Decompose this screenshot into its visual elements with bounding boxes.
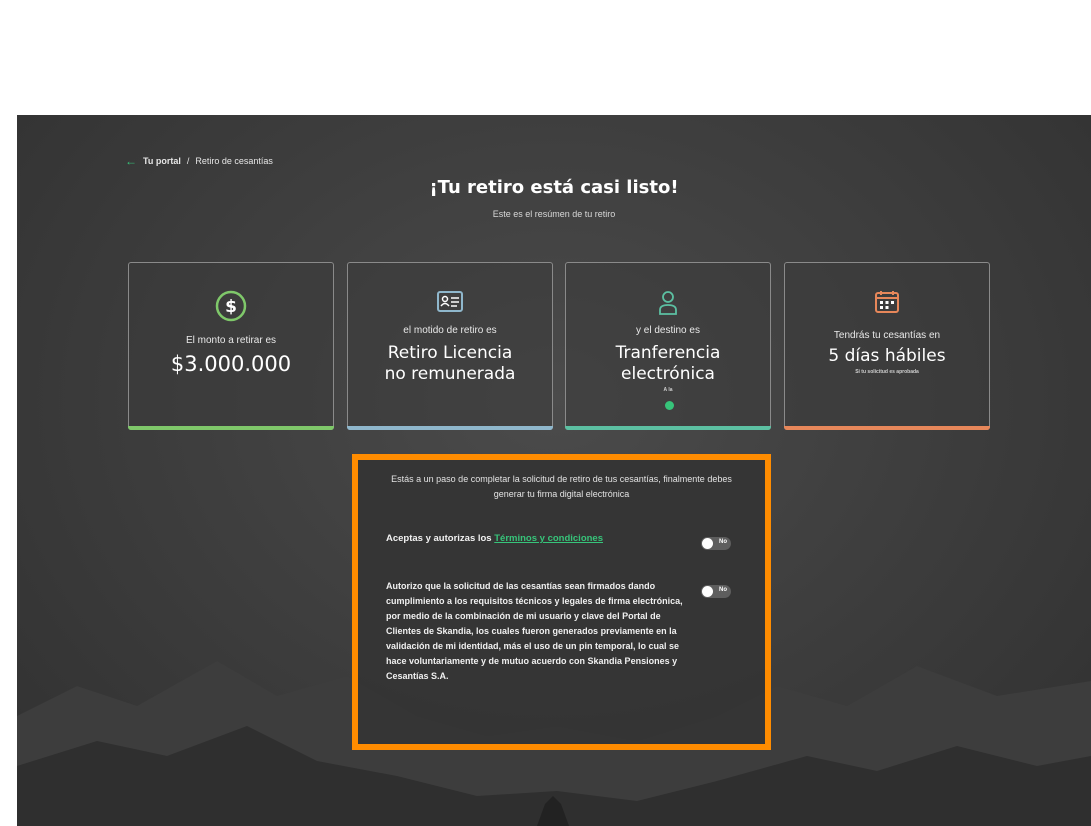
destination-value-line1: Tranferencia bbox=[615, 343, 721, 363]
page-title: ¡Tu retiro está casi listo! bbox=[429, 177, 679, 198]
amount-value: $3.000.000 bbox=[170, 352, 292, 376]
terms-toggle[interactable]: No bbox=[701, 537, 731, 550]
reason-label: el motido de retiro es bbox=[403, 325, 497, 336]
dollar-circle-icon: $ bbox=[129, 289, 333, 323]
reason-card: el motido de retiro es Retiro Licencia n… bbox=[347, 262, 553, 430]
reason-value-line2: no remunerada bbox=[384, 364, 516, 384]
timing-card-accent bbox=[784, 426, 990, 430]
calendar-icon bbox=[785, 289, 989, 315]
breadcrumb-current: Retiro de cesantías bbox=[195, 156, 273, 166]
terms-link[interactable]: Términos y condiciones bbox=[494, 533, 603, 544]
clipped-heading-fragment bbox=[410, 0, 432, 30]
authorization-toggle-knob bbox=[702, 586, 713, 597]
amount-label: El monto a retirar es bbox=[185, 335, 277, 346]
authorization-text: Autorizo que la solicitud de las cesantí… bbox=[386, 581, 683, 681]
info-dot-icon[interactable] bbox=[665, 401, 674, 410]
signature-panel: Estás a un paso de completar la solicitu… bbox=[352, 454, 771, 750]
person-icon bbox=[566, 289, 770, 317]
back-arrow-icon[interactable]: ← bbox=[125, 155, 137, 167]
destination-card: y el destino es Tranferencia electrónica… bbox=[565, 262, 771, 430]
terms-toggle-knob bbox=[702, 538, 713, 549]
reason-value-line1: Retiro Licencia bbox=[387, 343, 513, 363]
page-subtitle: Este es el resúmen de tu retiro bbox=[492, 209, 616, 219]
app-screen: ← Tu portal / Retiro de cesantías ¡Tu re… bbox=[17, 115, 1091, 826]
authorization-toggle[interactable]: No bbox=[701, 585, 731, 598]
destination-card-accent bbox=[565, 426, 771, 430]
amount-card-accent bbox=[128, 426, 334, 430]
amount-card: $ El monto a retirar es $3.000.000 bbox=[128, 262, 334, 430]
signature-intro-text: Estás a un paso de completar la solicitu… bbox=[391, 474, 732, 499]
timing-note: Si tu solicitud es aprobada bbox=[855, 369, 919, 375]
svg-text:$: $ bbox=[225, 297, 237, 317]
breadcrumb-portal-link[interactable]: Tu portal bbox=[143, 156, 181, 166]
terms-toggle-label: No bbox=[719, 539, 727, 545]
destination-value-line2: electrónica bbox=[621, 364, 715, 384]
authorization-toggle-label: No bbox=[719, 587, 727, 593]
timing-value: 5 días hábiles bbox=[828, 346, 946, 366]
terms-prefix: Aceptas y autorizas los bbox=[386, 533, 492, 544]
destination-label: y el destino es bbox=[636, 325, 700, 336]
id-card-icon bbox=[348, 289, 552, 315]
timing-card: Tendrás tu cesantías en 5 días hábiles S… bbox=[784, 262, 990, 430]
breadcrumb-separator: / bbox=[186, 156, 190, 166]
clipped-heading-area bbox=[0, 0, 1091, 115]
reason-card-accent bbox=[347, 426, 553, 430]
timing-label: Tendrás tu cesantías en bbox=[833, 330, 941, 341]
destination-note: A la bbox=[663, 387, 673, 393]
terms-row: Aceptas y autorizas los Términos y condi… bbox=[386, 533, 603, 544]
breadcrumb: ← Tu portal / Retiro de cesantías bbox=[125, 155, 273, 167]
